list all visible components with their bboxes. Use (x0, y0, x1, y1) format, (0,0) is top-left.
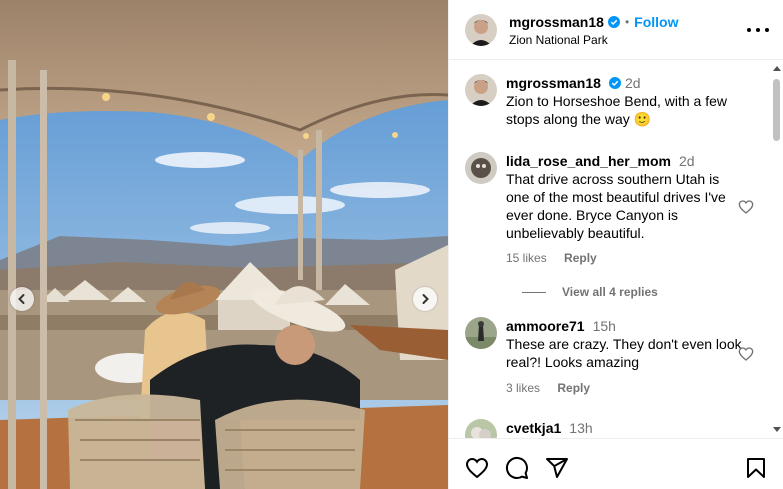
reply-button[interactable]: Reply (564, 251, 597, 265)
separator-dot: • (624, 15, 630, 29)
comments-list[interactable]: mgrossman18 2d Zion to Horseshoe Bend, wi… (449, 61, 769, 438)
comment-likes[interactable]: 15 likes (506, 251, 547, 265)
comment-meta: 15 likes Reply (506, 251, 611, 265)
previous-photo-button[interactable] (10, 287, 34, 311)
chevron-left-icon (18, 294, 25, 304)
commenter-avatar[interactable] (465, 317, 497, 349)
avatar-image (465, 14, 497, 46)
comment-body: lida_rose_and_her_mom 2d That drive acros… (506, 152, 746, 242)
header-title-row: mgrossman18 • Follow (509, 14, 678, 30)
comment-username[interactable]: lida_rose_and_her_mom (506, 153, 671, 169)
author-username[interactable]: mgrossman18 (509, 14, 604, 30)
post-actions-bar (449, 438, 783, 489)
avatar-image (465, 74, 497, 106)
view-replies-button[interactable]: View all 4 replies (522, 285, 658, 299)
comment-like-heart-icon[interactable] (738, 346, 754, 362)
comment-time[interactable]: 2d (679, 153, 695, 169)
bookmark-icon[interactable] (744, 456, 768, 480)
comment-body: mgrossman18 2d Zion to Horseshoe Bend, wi… (506, 74, 746, 128)
more-options-icon[interactable] (747, 24, 769, 36)
scroll-down-arrow[interactable] (773, 427, 781, 432)
comment-body: cvetkja1 13h (506, 419, 746, 437)
replies-divider (522, 291, 546, 293)
follow-button[interactable]: Follow (634, 14, 678, 30)
avatar-image (465, 317, 497, 349)
author-avatar[interactable] (465, 14, 497, 46)
next-photo-button[interactable] (413, 287, 437, 311)
share-icon[interactable] (545, 456, 569, 480)
verified-badge-icon (608, 77, 621, 89)
avatar-image (465, 419, 497, 438)
scroll-thumb[interactable] (773, 79, 780, 141)
comment-likes[interactable]: 3 likes (506, 381, 540, 395)
comment-text: That drive across southern Utah is one o… (506, 171, 726, 241)
chevron-right-icon (422, 294, 429, 304)
scroll-up-arrow[interactable] (773, 66, 781, 71)
comment-time[interactable]: 15h (593, 318, 616, 334)
comment-time[interactable]: 13h (569, 420, 592, 436)
comment-meta: 3 likes Reply (506, 381, 604, 395)
reply-button[interactable]: Reply (557, 381, 590, 395)
comment-icon[interactable] (505, 456, 529, 480)
post-photo[interactable] (0, 0, 448, 489)
commenter-avatar[interactable] (465, 74, 497, 106)
verified-badge-icon (607, 16, 620, 28)
comment-body: ammoore71 15h These are crazy. They don't… (506, 317, 746, 371)
comment-time[interactable]: 2d (625, 75, 641, 91)
post-location[interactable]: Zion National Park (509, 33, 608, 47)
comment-text: These are crazy. They don't even look re… (506, 336, 742, 370)
view-replies-label: View all 4 replies (562, 285, 658, 299)
heart-icon[interactable] (465, 456, 489, 480)
post-sidebar: mgrossman18 • Follow Zion National Park … (448, 0, 783, 489)
post-header: mgrossman18 • Follow Zion National Park (449, 0, 783, 60)
commenter-avatar[interactable] (465, 152, 497, 184)
post-image (0, 0, 448, 489)
comment-username[interactable]: ammoore71 (506, 318, 585, 334)
commenter-avatar[interactable] (465, 419, 497, 438)
comment-like-heart-icon[interactable] (738, 199, 754, 215)
avatar-image (465, 152, 497, 184)
comments-scrollbar[interactable] (769, 61, 783, 438)
comment-username[interactable]: cvetkja1 (506, 420, 561, 436)
comment-text: Zion to Horseshoe Bend, with a few stops… (506, 93, 728, 127)
comment-username[interactable]: mgrossman18 (506, 75, 601, 91)
